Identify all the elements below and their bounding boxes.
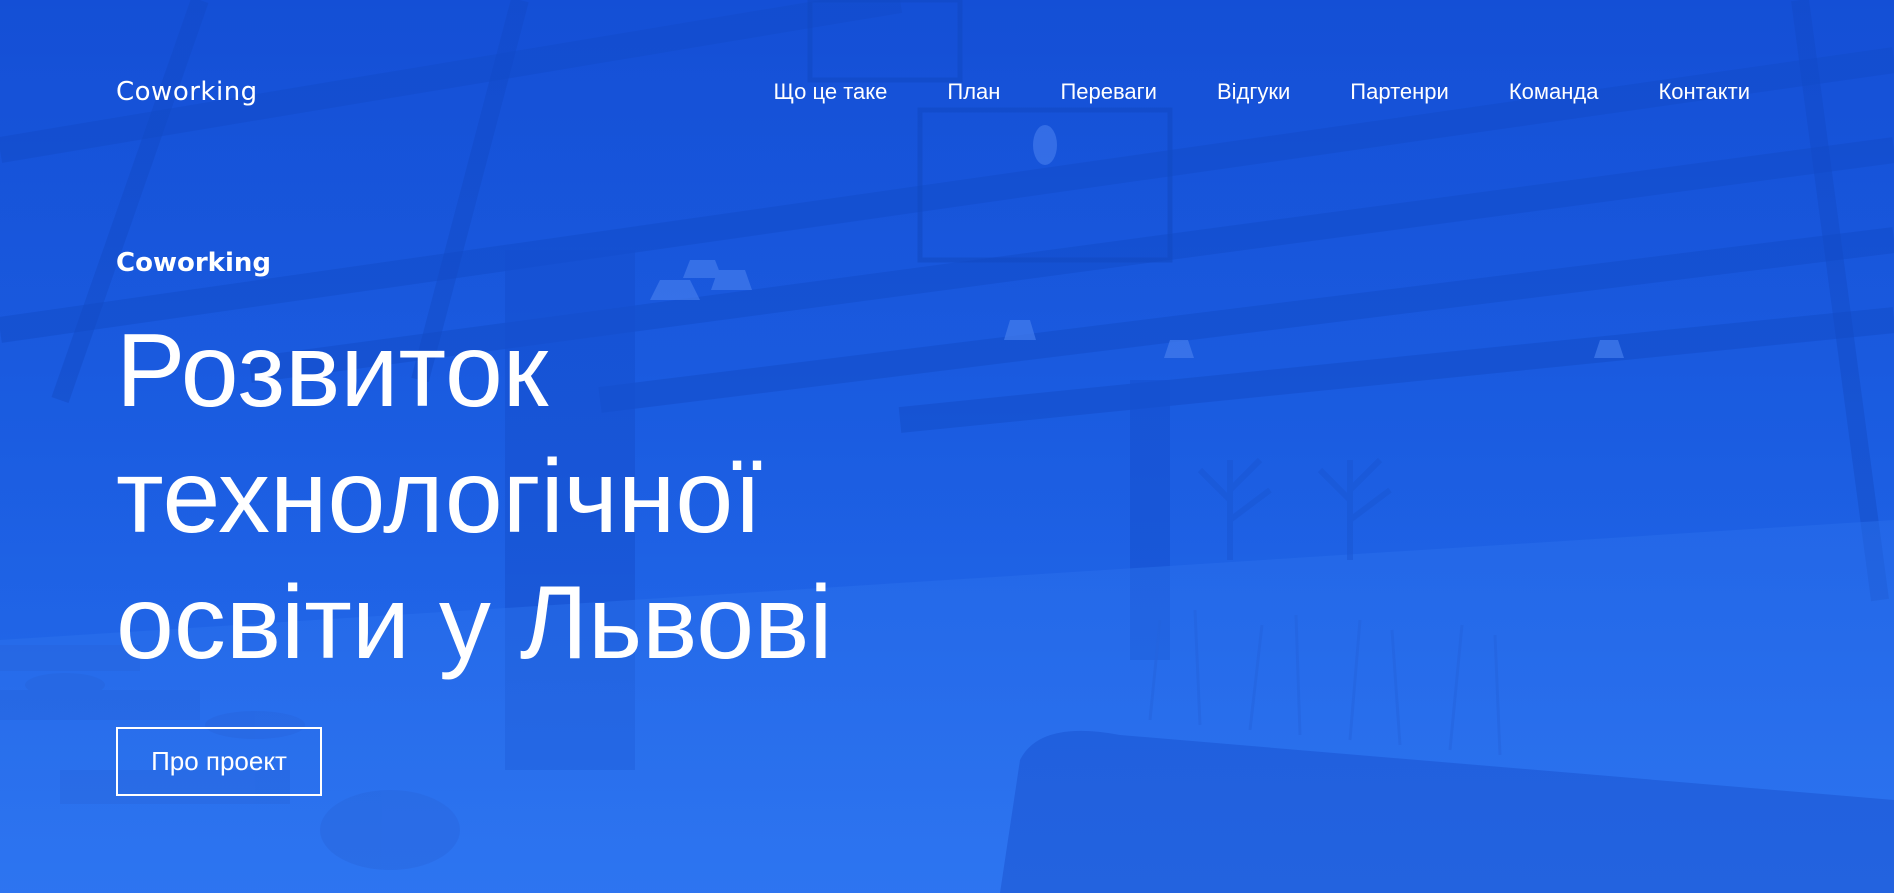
logo[interactable]: Coworking xyxy=(116,77,258,107)
hero-headline: Розвиток технологічної освіти у Львові xyxy=(116,308,832,686)
hero-section: Coworking Що це таке План Переваги Відгу… xyxy=(0,0,1894,893)
about-project-button[interactable]: Про проект xyxy=(116,727,322,796)
headline-line-3: освіти у Львові xyxy=(116,565,833,681)
nav-link-advantages[interactable]: Переваги xyxy=(1060,79,1157,105)
nav-link-partners[interactable]: Партенри xyxy=(1350,79,1449,105)
nav-link-reviews[interactable]: Відгуки xyxy=(1217,79,1290,105)
headline-line-2: технологічної xyxy=(116,439,763,555)
nav-link-team[interactable]: Команда xyxy=(1509,79,1599,105)
headline-line-1: Розвиток xyxy=(116,313,549,429)
nav-link-plan[interactable]: План xyxy=(947,79,1000,105)
hero-eyebrow: Coworking xyxy=(116,248,271,278)
site-header: Coworking Що це таке План Переваги Відгу… xyxy=(116,70,1750,114)
nav-link-contacts[interactable]: Контакти xyxy=(1658,79,1750,105)
main-navigation: Що це таке План Переваги Відгуки Партенр… xyxy=(774,79,1750,105)
nav-link-what-is-it[interactable]: Що це таке xyxy=(774,79,888,105)
hero-content: Coworking Розвиток технологічної освіти … xyxy=(116,248,832,686)
